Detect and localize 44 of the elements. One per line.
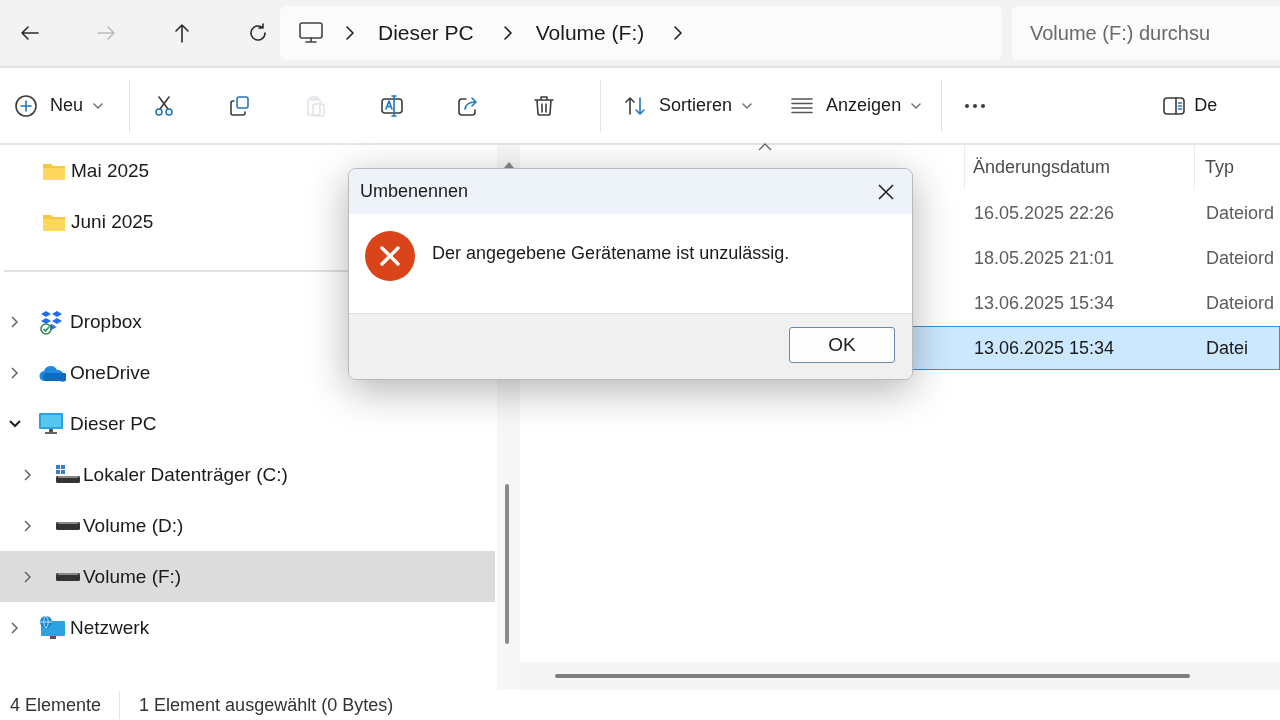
chevron-right-icon: [501, 25, 514, 41]
error-icon: [364, 230, 416, 282]
view-button[interactable]: Anzeigen: [782, 83, 930, 128]
table-cell-text: 16.05.2025 22:26: [973, 202, 1116, 224]
sort-button[interactable]: Sortieren: [615, 83, 761, 128]
table-cell-text: Dateiord: [1205, 292, 1276, 314]
breadcrumb-item[interactable]: Dieser PC: [378, 21, 474, 45]
table-cell-text: 13.06.2025 15:34: [973, 292, 1116, 314]
table-cell-text: 18.05.2025 21:01: [973, 247, 1116, 269]
breadcrumb-item[interactable]: Volume (F:): [535, 21, 645, 45]
monitor-icon: [38, 411, 64, 436]
close-icon: [877, 182, 895, 201]
column-header[interactable]: Änderungsdatum: [965, 145, 1195, 190]
table-cell-text: 13.06.2025 15:34: [973, 337, 1116, 359]
sidebar-item[interactable]: Volume (D:): [0, 500, 495, 551]
item-count: 4 Elemente: [9, 694, 103, 716]
network-icon: [38, 614, 66, 641]
chevron-right-icon: [672, 25, 685, 41]
rename-icon: [380, 93, 405, 118]
search-field[interactable]: Volume (F:) durchsu: [1012, 6, 1280, 60]
details-button[interactable]: De: [1154, 83, 1218, 128]
sidebar-item[interactable]: Dropbox: [0, 296, 495, 347]
ok-button[interactable]: OK: [789, 326, 895, 363]
scrollbar-thumb[interactable]: [555, 674, 1190, 678]
address-bar[interactable]: Dieser PC Volume (F:): [280, 6, 1002, 60]
scrollbar-thumb[interactable]: [504, 484, 509, 644]
sidebar-item[interactable]: Volume (F:): [0, 551, 495, 602]
selection-info: 1 Element ausgewählt (0 Bytes): [138, 694, 395, 716]
new-button[interactable]: Neu: [6, 83, 112, 128]
sidebar-item[interactable]: OneDrive: [0, 347, 495, 398]
table-cell-text: Datei: [1205, 337, 1250, 359]
trash-icon: [532, 93, 557, 118]
table-cell-text: Dateiord: [1205, 247, 1276, 269]
plus-circle-icon: [14, 93, 38, 118]
more-icon: [964, 102, 987, 109]
chevron-right-icon: [344, 25, 356, 41]
table-cell-text: Dateiord: [1205, 202, 1276, 224]
sidebar-item[interactable]: Dieser PC: [0, 398, 495, 449]
column-header[interactable]: Typ: [1195, 145, 1280, 190]
drive-icon: [55, 571, 81, 582]
sidebar-item[interactable]: Lokaler Datenträger (C:): [0, 449, 495, 500]
monitor-icon: [298, 21, 324, 45]
drive-icon: [55, 520, 81, 531]
sidebar-item[interactable]: Netzwerk: [0, 602, 495, 653]
